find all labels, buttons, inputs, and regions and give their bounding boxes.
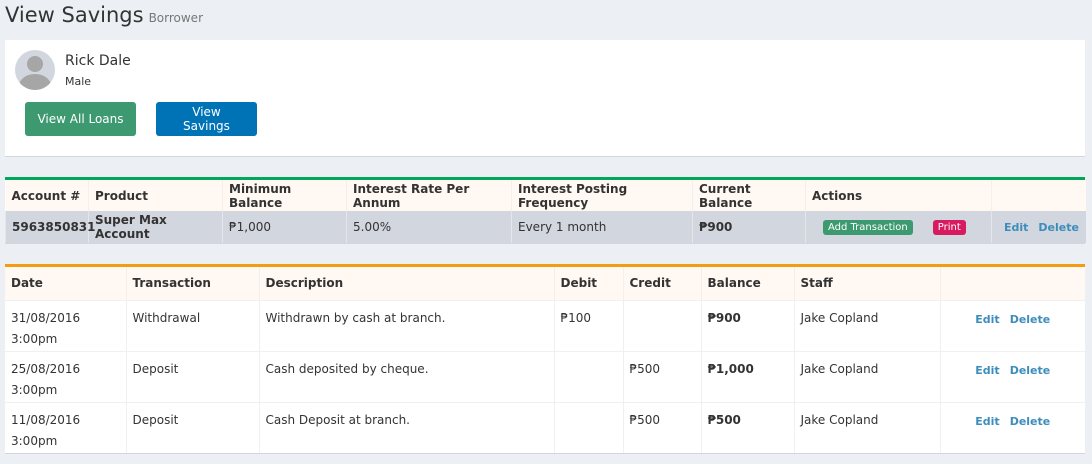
column-header: Current Balance [692,180,806,211]
transactions-table: Date Transaction Description Debit Credi… [5,267,1085,453]
edit-link[interactable]: Edit [975,313,999,326]
edit-link[interactable]: Edit [975,415,999,428]
delete-link[interactable]: Delete [1010,415,1051,428]
table-row: 25/08/2016 3:00pm Deposit Cash deposited … [5,351,1085,402]
transaction-description: Cash deposited by cheque. [258,351,554,402]
minimum-balance: ₱1,000 [222,211,347,243]
delete-link[interactable]: Delete [1038,221,1079,234]
transaction-balance: ₱900 [700,300,794,351]
page-title: View Savings [5,3,144,27]
date-text: 31/08/2016 [11,310,81,325]
column-header: Transaction [125,267,259,300]
column-header: Debit [553,267,623,300]
column-header: Date [11,276,43,291]
print-button[interactable]: Print [932,220,966,235]
account-number: 5963850831 [5,211,96,243]
add-transaction-button[interactable]: Add Transaction [823,220,913,235]
transaction-credit [622,300,701,351]
edit-delete-cell: Edit Delete [991,211,1086,243]
transaction-type: Withdrawal [125,300,259,351]
column-header: Minimum Balance [222,180,347,211]
edit-link[interactable]: Edit [975,364,999,377]
time-text: 3:00pm [11,331,58,346]
interest-rate: 5.00% [346,211,512,243]
page-header: View Savings Borrower [5,0,203,34]
column-header: Credit [622,267,701,300]
column-header [991,180,1086,211]
delete-link[interactable]: Delete [1010,313,1051,326]
column-header: Description [258,267,554,300]
transaction-credit: ₱500 [622,351,701,402]
column-header: Staff [793,267,940,300]
time-text: 3:00pm [11,433,58,448]
row-actions: Edit Delete [939,351,1085,402]
savings-table-header: Account # Product Minimum Balance Intere… [5,180,1086,211]
row-actions: Edit Delete [939,402,1085,453]
column-header [939,267,1085,300]
column-header: Interest Rate Per Annum [346,180,512,211]
borrower-gender: Male [65,75,92,88]
transaction-type: Deposit [125,402,259,453]
table-row: 5963850831 Super Max Account ₱1,000 5.00… [5,211,1086,243]
column-header: Product [88,180,223,211]
transaction-date: 31/08/2016 3:00pm [5,300,126,351]
delete-link[interactable]: Delete [1010,364,1051,377]
transaction-debit [553,351,623,402]
transaction-type: Deposit [125,351,259,402]
posting-frequency: Every 1 month [511,211,693,243]
transaction-credit: ₱500 [622,402,701,453]
column-header: Account # [11,188,81,203]
transaction-description: Cash Deposit at branch. [258,402,554,453]
date-text: 25/08/2016 [11,361,81,376]
transaction-date: 11/08/2016 3:00pm [5,402,126,453]
view-savings-button[interactable]: View Savings [156,102,257,136]
transaction-date: 25/08/2016 3:00pm [5,351,126,402]
time-text: 3:00pm [11,382,58,397]
avatar-body-shape [19,74,51,90]
avatar-head-shape [27,56,43,72]
actions-cell: Add Transaction Print [805,211,992,243]
product-name: Super Max Account [88,211,223,243]
transactions-box: Date Transaction Description Debit Credi… [5,264,1085,454]
page-subtitle: Borrower [148,11,204,25]
column-header: Actions [805,180,992,211]
table-row: 31/08/2016 3:00pm Withdrawal Withdrawn by… [5,300,1085,351]
borrower-name: Rick Dale [65,53,131,69]
transaction-description: Withdrawn by cash at branch. [258,300,554,351]
transaction-debit: ₱100 [553,300,623,351]
transaction-staff: Jake Copland [793,351,940,402]
view-all-loans-button[interactable]: View All Loans [25,102,136,136]
column-header: Interest Posting Frequency [511,180,693,211]
savings-account-table: Account # Product Minimum Balance Intere… [5,180,1086,243]
column-header: Balance [700,267,794,300]
date-text: 11/08/2016 [11,412,81,427]
savings-account-box: Account # Product Minimum Balance Intere… [5,177,1086,244]
transaction-balance: ₱1,000 [700,351,794,402]
row-actions: Edit Delete [939,300,1085,351]
avatar [15,50,55,90]
current-balance: ₱900 [692,211,806,243]
transaction-staff: Jake Copland [793,402,940,453]
transaction-debit [553,402,623,453]
transaction-balance: ₱500 [700,402,794,453]
transaction-staff: Jake Copland [793,300,940,351]
edit-link[interactable]: Edit [1004,221,1028,234]
transactions-table-header: Date Transaction Description Debit Credi… [5,267,1085,300]
borrower-profile-box: Rick Dale Male View All Loans View Savin… [5,40,1085,157]
table-row: 11/08/2016 3:00pm Deposit Cash Deposit at… [5,402,1085,453]
